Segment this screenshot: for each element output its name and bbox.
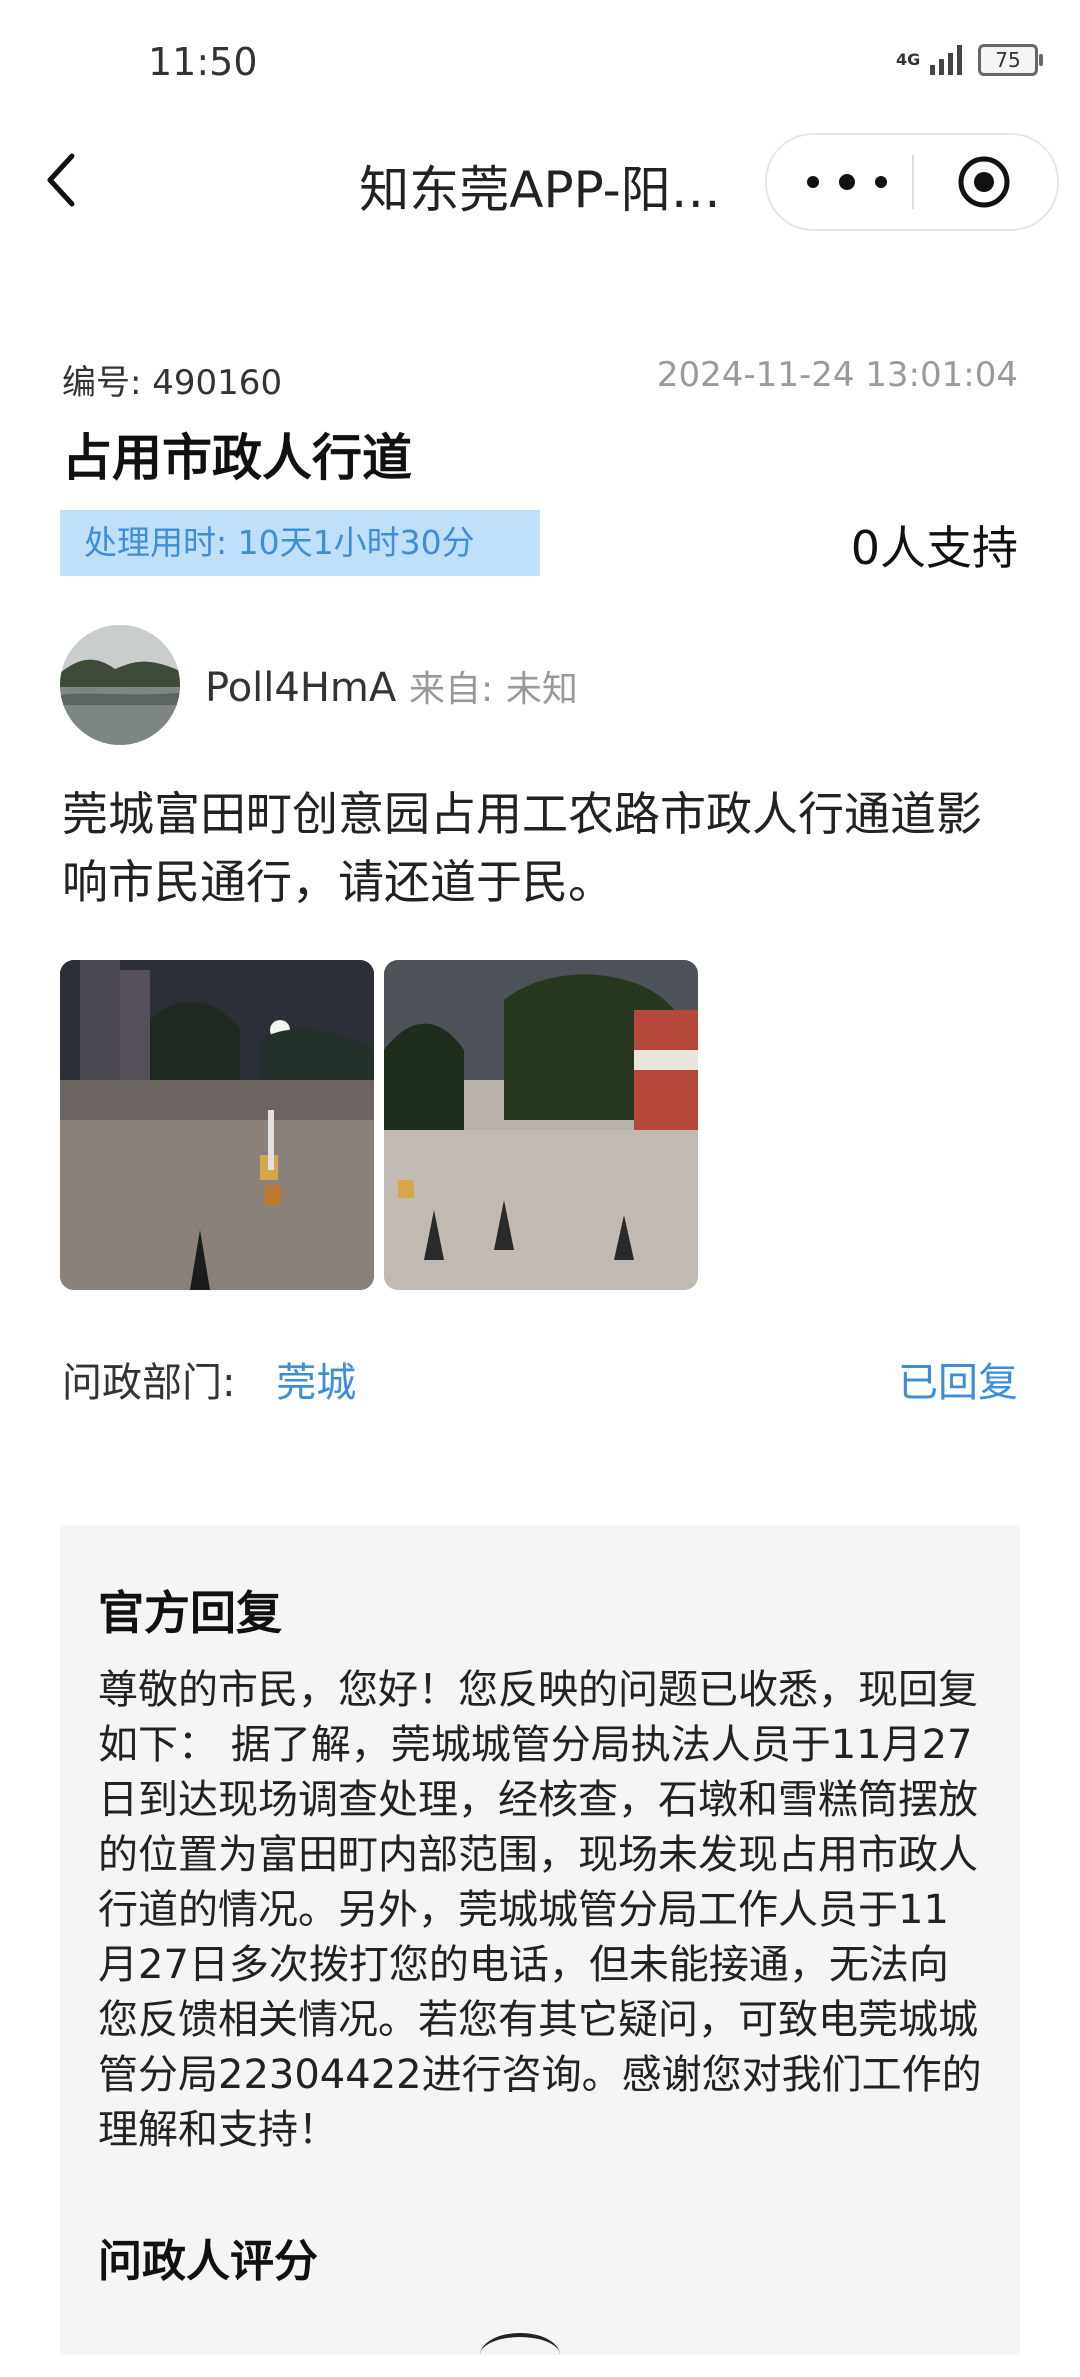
reply-status: 已回复	[898, 1360, 1018, 1406]
reply-body: 尊敬的市民，您好！您反映的问题已收悉，现回复如下： 据了解，莞城城管分局执法人员…	[98, 1667, 982, 2153]
user-name[interactable]: Poll4HmA	[205, 665, 396, 711]
user-from-value: 未知	[505, 669, 578, 710]
user-from-label: 来自:	[408, 669, 494, 710]
issue-content: 莞城富田町创意园占用工农路市政人行通道影响市民通行，请还道于民。	[62, 787, 982, 909]
user-info: Poll4HmA 来自: 未知	[205, 660, 578, 712]
status-time: 11:50	[148, 40, 258, 84]
battery-icon: 75	[978, 44, 1043, 76]
network-type: 4G	[896, 50, 921, 69]
status-indicators: 4G 75	[896, 44, 1043, 76]
processing-time-value: 10天1小时30分	[237, 523, 475, 562]
issue-number-label: 编号:	[62, 363, 142, 403]
issue-number-value: 490160	[152, 363, 283, 403]
capsule-divider	[912, 155, 914, 209]
department-value[interactable]: 莞城	[276, 1360, 356, 1406]
processing-time-label: 处理用时:	[84, 523, 228, 562]
more-icon[interactable]	[807, 162, 887, 202]
department-label: 问政部门:	[62, 1360, 236, 1406]
official-reply-card: 官方回复 尊敬的市民，您好！您反映的问题已收悉，现回复如下： 据了解，莞城城管分…	[60, 1525, 1020, 2355]
record-icon[interactable]	[957, 155, 1011, 209]
issue-number: 编号: 490160	[62, 355, 282, 404]
rating-heading: 问政人评分	[98, 2236, 318, 2287]
photo-thumbnail[interactable]	[384, 960, 698, 1290]
reply-heading: 官方回复	[98, 1586, 282, 1640]
mini-program-capsule	[765, 133, 1059, 231]
issue-date: 2024-11-24 13:01:04	[656, 355, 1018, 395]
avatar[interactable]	[60, 625, 180, 745]
photo-thumbnail[interactable]	[60, 960, 374, 1290]
issue-title: 占用市政人行道	[62, 429, 412, 487]
processing-time-badge: 处理用时: 10天1小时30分	[60, 510, 540, 576]
support-count[interactable]: 0人支持	[851, 512, 1018, 578]
signal-icon	[930, 45, 962, 75]
department-row: 问政部门: 莞城	[62, 1350, 356, 1408]
